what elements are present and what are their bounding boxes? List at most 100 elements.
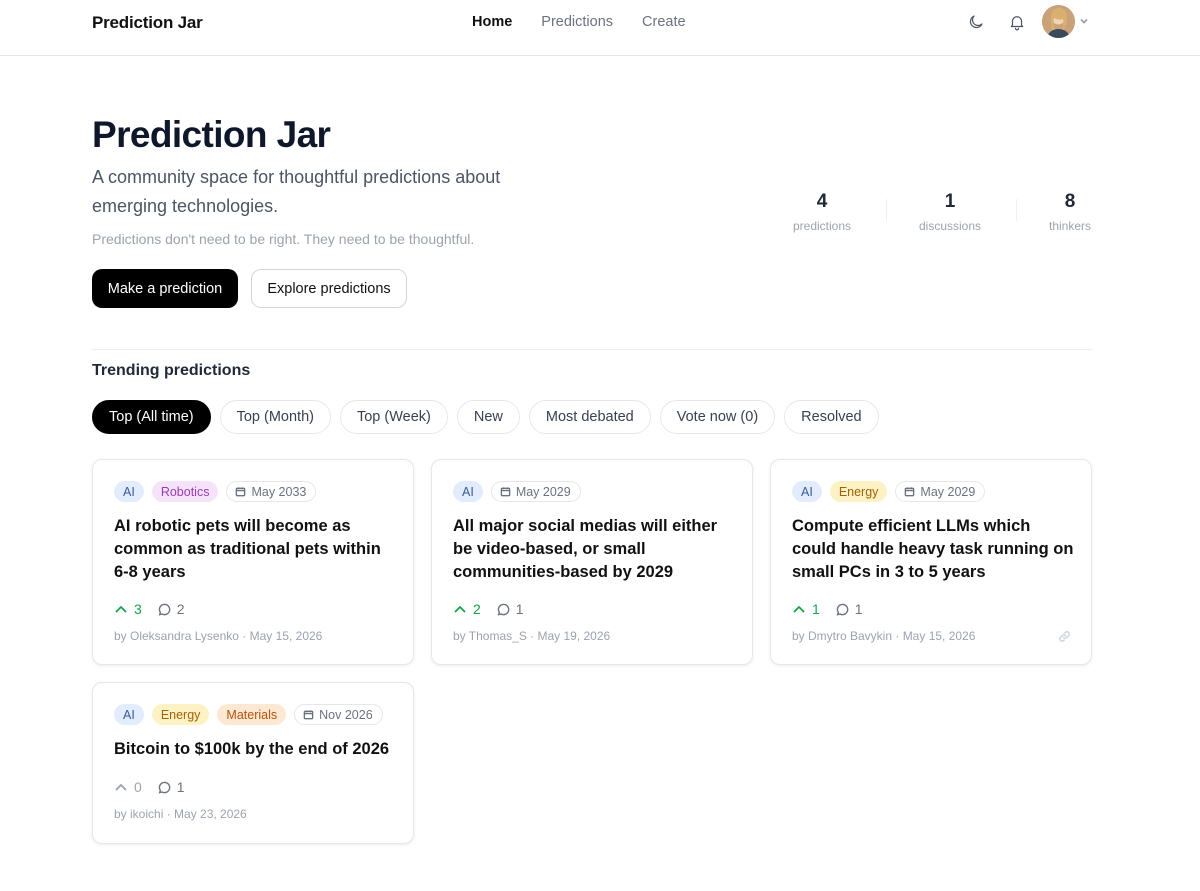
card-tags: AI May 2029	[453, 481, 581, 502]
prediction-card[interactable]: AI May 2029 All major social medias will…	[431, 459, 753, 665]
card-byline: by Thomas_S · May 19, 2026	[453, 629, 611, 643]
prediction-card[interactable]: AI Robotics May 2033 AI robotic pets wil…	[92, 459, 414, 665]
vote-count: 0	[134, 779, 142, 795]
filter-top-week[interactable]: Top (Week)	[339, 400, 448, 434]
tag-robotics[interactable]: Robotics	[151, 481, 219, 502]
target-date: May 2033	[251, 484, 307, 499]
vote-count: 2	[473, 601, 481, 617]
tag-ai[interactable]: AI	[453, 481, 483, 502]
trending-filters: Top (All time) Top (Month) Top (Week) Ne…	[92, 400, 879, 434]
filter-most-debated[interactable]: Most debated	[528, 400, 651, 434]
community-stats: 4 predictions 1 discussions 8 thinkers	[762, 191, 1102, 241]
target-date-badge: Nov 2026	[294, 704, 383, 725]
card-tags: AI Energy May 2029	[792, 481, 986, 502]
upvote-button[interactable]: 3	[114, 601, 142, 617]
trending-title: Trending predictions	[92, 362, 251, 379]
card-title[interactable]: All major social medias will either be v…	[453, 515, 738, 584]
stat-label: discussions	[918, 219, 982, 233]
stat-divider	[886, 199, 887, 221]
stat-value: 8	[1064, 191, 1076, 212]
calendar-icon	[905, 487, 915, 497]
comment-count: 1	[176, 779, 185, 795]
comment-icon	[158, 781, 171, 794]
comment-count: 1	[515, 601, 524, 617]
filter-top-month[interactable]: Top (Month)	[219, 400, 331, 434]
tag-energy[interactable]: Energy	[151, 704, 210, 725]
card-tags: AI Robotics May 2033	[114, 481, 317, 502]
upvote-button[interactable]: 0	[114, 779, 142, 795]
nav-actions	[962, 5, 1089, 38]
upvote-button[interactable]: 2	[453, 601, 481, 617]
comment-icon	[836, 603, 849, 616]
stat-label: thinkers	[1048, 219, 1092, 233]
stat-predictions: 4 predictions	[762, 191, 882, 233]
comments-link[interactable]: 2	[158, 601, 185, 617]
moon-icon	[969, 14, 983, 28]
prediction-card[interactable]: AI Energy May 2029 Compute efficient LLM…	[770, 459, 1092, 665]
card-meta: 3 2	[114, 601, 185, 617]
nav-link-create[interactable]: Create	[642, 14, 686, 30]
stat-value: 1	[944, 191, 956, 212]
nav-link-home[interactable]: Home	[472, 14, 512, 30]
section-divider	[92, 349, 1092, 350]
explore-predictions-button[interactable]: Explore predictions	[251, 269, 407, 308]
avatar	[1042, 5, 1075, 38]
chevron-up-icon	[454, 606, 466, 613]
tag-ai[interactable]: AI	[114, 481, 144, 502]
nav-links: Home Predictions Create	[472, 14, 686, 30]
card-byline: by ikoichi · May 23, 2026	[114, 807, 247, 821]
vote-count: 1	[812, 601, 820, 617]
link-icon[interactable]	[1058, 630, 1071, 643]
card-byline: by Oleksandra Lysenko · May 15, 2026	[114, 629, 323, 643]
comment-count: 1	[854, 601, 863, 617]
tag-materials[interactable]: Materials	[217, 704, 287, 725]
tag-energy[interactable]: Energy	[829, 481, 888, 502]
chevron-up-icon	[793, 606, 805, 613]
chevron-down-icon	[1079, 13, 1089, 31]
brand-logo[interactable]: Prediction Jar	[92, 13, 203, 33]
make-prediction-button[interactable]: Make a prediction	[92, 269, 238, 308]
comment-count: 2	[176, 601, 185, 617]
comment-icon	[497, 603, 510, 616]
target-date-badge: May 2029	[490, 481, 581, 502]
theme-toggle-button[interactable]	[962, 8, 990, 36]
prediction-card[interactable]: AI Energy Materials Nov 2026 Bitcoin to …	[92, 682, 414, 844]
card-title[interactable]: Bitcoin to $100k by the end of 2026	[114, 738, 399, 761]
calendar-icon	[236, 487, 246, 497]
bell-icon	[1010, 15, 1024, 30]
comments-link[interactable]: 1	[158, 779, 185, 795]
user-menu-button[interactable]	[1042, 5, 1089, 38]
tag-ai[interactable]: AI	[792, 481, 822, 502]
filter-new[interactable]: New	[456, 400, 520, 434]
stat-discussions: 1 discussions	[890, 191, 1010, 233]
stat-thinkers: 8 thinkers	[1010, 191, 1130, 233]
filter-resolved[interactable]: Resolved	[784, 400, 879, 434]
stat-value: 4	[816, 191, 828, 212]
comments-link[interactable]: 1	[497, 601, 524, 617]
hero-subtitle: A community space for thoughtful predict…	[92, 167, 501, 216]
card-title[interactable]: Compute efficient LLMs which could handl…	[792, 515, 1077, 584]
chevron-up-icon	[115, 784, 127, 791]
comments-link[interactable]: 1	[836, 601, 863, 617]
card-meta: 2 1	[453, 601, 524, 617]
card-title[interactable]: AI robotic pets will become as common as…	[114, 515, 399, 584]
upvote-button[interactable]: 1	[792, 601, 820, 617]
hero-title: Prediction Jar	[92, 114, 331, 155]
target-date: Nov 2026	[319, 707, 373, 722]
filter-top-all-time[interactable]: Top (All time)	[92, 400, 211, 434]
vote-count: 3	[134, 601, 142, 617]
calendar-icon	[500, 487, 511, 497]
nav-link-predictions[interactable]: Predictions	[541, 14, 613, 30]
target-date: May 2029	[515, 484, 571, 499]
hero-note: Predictions don't need to be right. They…	[92, 231, 475, 247]
card-meta: 1 1	[792, 601, 863, 617]
card-meta: 0 1	[114, 779, 185, 795]
target-date: May 2029	[920, 484, 976, 499]
target-date-badge: May 2033	[226, 481, 317, 502]
notifications-button[interactable]	[1003, 8, 1031, 36]
filter-vote-now[interactable]: Vote now (0)	[659, 400, 776, 434]
top-navbar: Prediction Jar Home Predictions Create	[0, 0, 1200, 56]
card-byline: by Dmytro Bavykin · May 15, 2026	[792, 629, 976, 643]
comment-icon	[158, 603, 171, 616]
tag-ai[interactable]: AI	[114, 704, 144, 725]
